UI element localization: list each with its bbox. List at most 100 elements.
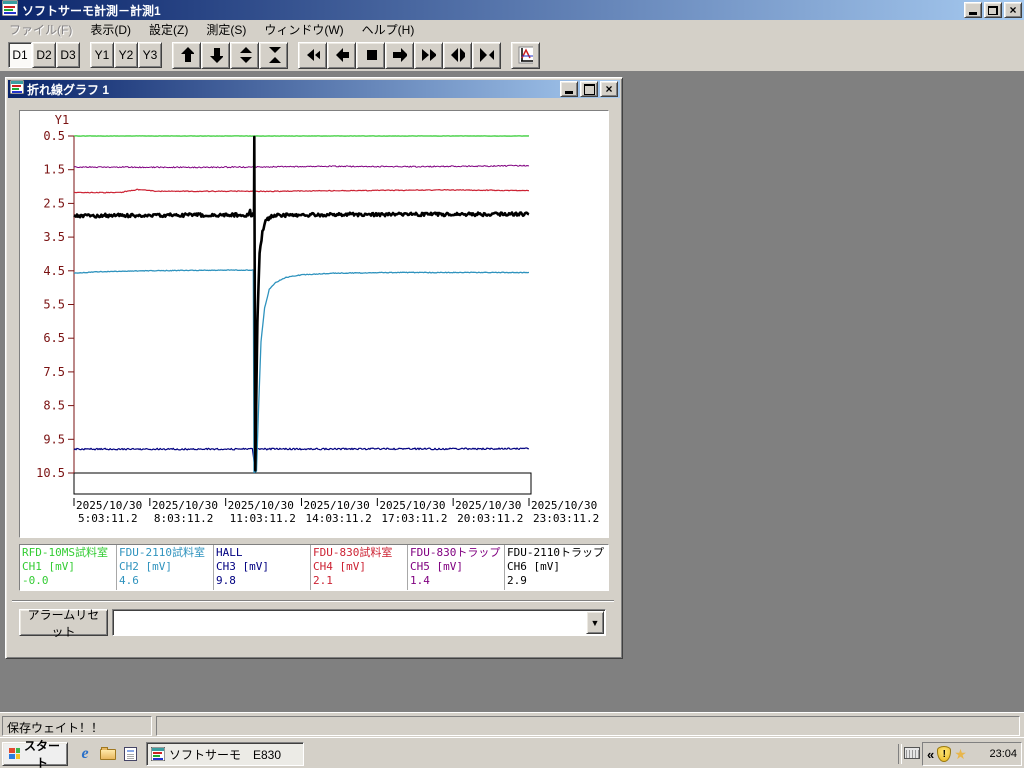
close-button[interactable]: × — [1004, 2, 1022, 18]
alarm-reset-button[interactable]: アラームリセット — [19, 608, 108, 639]
graph-settings-icon[interactable] — [511, 41, 540, 69]
collapse-chevrons-icon[interactable]: « — [927, 747, 934, 762]
restore-button[interactable] — [984, 2, 1002, 18]
child-close-button[interactable]: × — [600, 81, 618, 97]
svg-text:2025/10/30: 2025/10/30 — [304, 499, 370, 512]
svg-text:9.5: 9.5 — [43, 432, 65, 446]
display-d1-button[interactable]: D1 — [8, 42, 32, 68]
svg-text:10.5: 10.5 — [36, 466, 65, 480]
window-title: ソフトサーモ計測－計測1 — [22, 3, 161, 18]
step-back-icon[interactable] — [327, 41, 356, 69]
legend-channel-ch1: RFD-10MS試料室 CH1 [mV] -0.0 — [20, 545, 117, 590]
graph-window-client: 0.5 1.5 2.5 3.5 4.5 5.5 6.5 7.5 8.5 9.5 10.5 Y1 2025… — [8, 98, 620, 656]
windows-logo-icon — [9, 747, 21, 759]
graph-window: 折れ線グラフ 1 × 0.5 1.5 2.5 3.5 4.5 5.5 6.5 7.5 8.5 9.… — [5, 77, 623, 659]
svg-text:3.5: 3.5 — [43, 230, 65, 244]
svg-text:2025/10/30: 2025/10/30 — [228, 499, 294, 512]
step-forward-icon[interactable] — [385, 41, 414, 69]
child-maximize-button[interactable] — [580, 81, 598, 97]
scroll-down-icon[interactable] — [201, 41, 230, 69]
svg-text:8:03:11.2: 8:03:11.2 — [154, 512, 214, 525]
star-icon[interactable]: ★ — [954, 747, 967, 761]
menu-item-2[interactable]: 設定(Z) — [140, 19, 197, 40]
show-desktop-icon[interactable] — [121, 745, 139, 763]
svg-text:2025/10/30: 2025/10/30 — [531, 499, 597, 512]
legend-channel-ch6: FDU-2110トラップ CH6 [mV] 2.9 — [507, 546, 604, 587]
svg-text:8.5: 8.5 — [43, 399, 65, 413]
start-label: スタート — [24, 739, 61, 768]
status-bar: 保存ウェイト！！ — [0, 712, 1024, 737]
axis-y3-button[interactable]: Y3 — [138, 42, 162, 68]
svg-text:2025/10/30: 2025/10/30 — [455, 499, 521, 512]
start-button[interactable]: スタート — [2, 739, 68, 768]
legend-channel-ch2: FDU-2110試料室 CH2 [mV] 4.6 — [117, 545, 214, 590]
line-chart: 0.5 1.5 2.5 3.5 4.5 5.5 6.5 7.5 8.5 9.5 10.5 Y1 2025… — [36, 113, 599, 525]
svg-text:11:03:11.2: 11:03:11.2 — [230, 512, 296, 525]
taskbar-clock[interactable]: 23:04 — [989, 748, 1017, 760]
internet-explorer-icon[interactable]: e — [76, 745, 94, 763]
main-titlebar[interactable]: ソフトサーモ計測－計測1 × — [0, 0, 1024, 20]
child-minimize-button[interactable] — [560, 81, 578, 97]
mdi-area: 折れ線グラフ 1 × 0.5 1.5 2.5 3.5 4.5 5.5 6.5 7.5 8.5 9.… — [0, 72, 1024, 712]
scroll-up-icon[interactable] — [172, 41, 201, 69]
legend-channel-ch3: HALL CH3 [mV] 9.8 — [214, 545, 311, 590]
task-button-label: ソフトサーモ E830 — [169, 747, 282, 762]
legend: RFD-10MS試料室 CH1 [mV] -0.0 FDU-2110試料室 CH2 [m… — [19, 544, 609, 591]
app-icon — [1, 0, 19, 21]
toolbar: D1 D2 D3 Y1 Y2 Y3 — [0, 39, 1024, 72]
graph-window-icon — [9, 79, 25, 99]
display-d2-button[interactable]: D2 — [32, 42, 56, 68]
svg-text:0.5: 0.5 — [43, 129, 65, 143]
expand-horizontal-icon[interactable] — [443, 41, 472, 69]
keyboard-icon[interactable] — [904, 747, 920, 759]
chevron-down-icon[interactable]: ▼ — [586, 611, 604, 634]
chart-panel: 0.5 1.5 2.5 3.5 4.5 5.5 6.5 7.5 8.5 9.5 10.5 Y1 2025… — [19, 110, 609, 538]
svg-text:2025/10/30: 2025/10/30 — [76, 499, 142, 512]
task-button-softthermo[interactable]: ソフトサーモ E830 — [146, 742, 304, 766]
fast-rewind-icon[interactable] — [298, 41, 327, 69]
svg-text:Y1: Y1 — [55, 113, 69, 127]
axis-button-group: Y1 Y2 Y3 — [90, 42, 162, 68]
divider — [898, 744, 902, 764]
menu-item-0: ファイル(F) — [9, 23, 73, 37]
minimize-button[interactable] — [964, 2, 982, 18]
svg-text:7.5: 7.5 — [43, 365, 65, 379]
svg-text:2025/10/30: 2025/10/30 — [152, 499, 218, 512]
svg-text:17:03:11.2: 17:03:11.2 — [381, 512, 447, 525]
axis-y1-button[interactable]: Y1 — [90, 42, 114, 68]
task-app-icon — [151, 747, 165, 761]
taskbar: スタート e ソフトサーモ E830 « ! ★ 23:04 — [0, 737, 1024, 768]
menu-item-4[interactable]: ウィンドウ(W) — [255, 19, 352, 40]
compress-vertical-icon[interactable] — [259, 41, 288, 69]
system-tray: « ! ★ 23:04 — [922, 742, 1022, 766]
status-panel-empty — [156, 716, 1020, 736]
graph-window-titlebar[interactable]: 折れ線グラフ 1 × — [8, 79, 620, 99]
svg-text:5.5: 5.5 — [43, 298, 65, 312]
display-d3-button[interactable]: D3 — [56, 42, 80, 68]
expand-vertical-icon[interactable] — [230, 41, 259, 69]
svg-text:20:03:11.2: 20:03:11.2 — [457, 512, 523, 525]
legend-channel-ch4: FDU-830試料室 CH4 [mV] 2.1 — [311, 545, 408, 590]
graph-window-title: 折れ線グラフ 1 — [27, 82, 110, 97]
svg-text:1.5: 1.5 — [43, 163, 65, 177]
svg-text:4.5: 4.5 — [43, 264, 65, 278]
compress-horizontal-icon[interactable] — [472, 41, 501, 69]
stop-icon[interactable] — [356, 41, 385, 69]
fast-forward-icon[interactable] — [414, 41, 443, 69]
svg-text:23:03:11.2: 23:03:11.2 — [533, 512, 599, 525]
svg-text:6.5: 6.5 — [43, 331, 65, 345]
alarm-combobox-field[interactable] — [112, 609, 606, 636]
separator — [12, 600, 614, 602]
menu-item-1[interactable]: 表示(D) — [81, 19, 140, 40]
axis-y2-button[interactable]: Y2 — [114, 42, 138, 68]
menu-item-5[interactable]: ヘルプ(H) — [353, 19, 424, 40]
status-message: 保存ウェイト！！ — [2, 716, 152, 736]
menu-item-3[interactable]: 測定(S) — [197, 19, 255, 40]
svg-text:14:03:11.2: 14:03:11.2 — [306, 512, 372, 525]
security-shield-icon[interactable]: ! — [937, 746, 952, 762]
svg-text:2025/10/30: 2025/10/30 — [379, 499, 445, 512]
legend-channel-ch5: FDU-830トラップ CH5 [mV] 1.4 — [408, 545, 505, 590]
alarm-combobox[interactable]: ▼ — [112, 609, 606, 636]
folder-icon[interactable] — [99, 745, 117, 763]
svg-text:5:03:11.2: 5:03:11.2 — [78, 512, 138, 525]
